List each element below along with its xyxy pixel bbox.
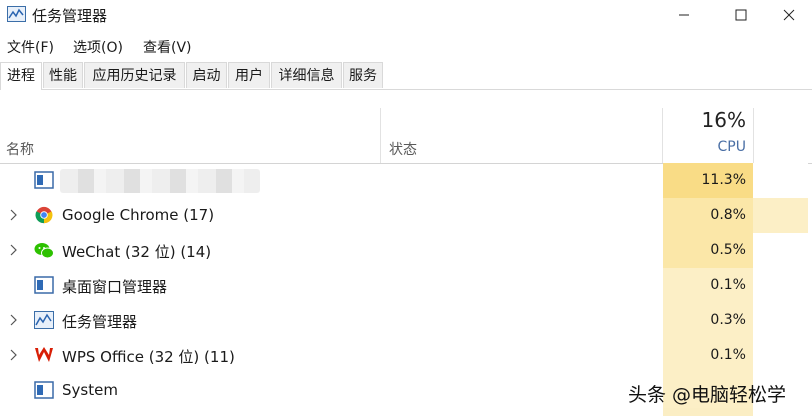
chrome-icon <box>35 206 53 224</box>
close-icon <box>783 9 795 21</box>
process-name: System <box>62 381 118 399</box>
chevron-right-icon[interactable] <box>9 244 19 256</box>
column-name[interactable]: 名称 <box>6 139 34 159</box>
minimize-icon <box>679 14 689 16</box>
process-name: WeChat (32 位) (14) <box>62 243 212 261</box>
menu-file[interactable]: 文件(F) <box>7 37 54 57</box>
watermark: 头条 @电脑轻松学 <box>628 384 787 406</box>
title-bar: 任务管理器 <box>0 0 812 32</box>
tab-bar: 进程 性能 应用历史记录 启动 用户 详细信息 服务 <box>0 62 812 90</box>
row-side <box>753 303 808 338</box>
row-side <box>753 163 808 198</box>
process-cpu: 0.1% <box>710 277 746 293</box>
menu-options[interactable]: 选项(O) <box>73 37 123 57</box>
column-divider[interactable] <box>662 108 663 163</box>
tab-processes[interactable]: 进程 <box>0 62 42 90</box>
chevron-right-icon[interactable] <box>9 349 19 361</box>
task-manager-icon <box>34 311 54 329</box>
window-app-icon <box>34 381 54 399</box>
chevron-right-icon[interactable] <box>9 314 19 326</box>
process-row[interactable]: 11.3% <box>0 163 812 198</box>
process-cpu: 0.1% <box>710 347 746 363</box>
process-cpu: 0.3% <box>710 312 746 328</box>
tab-users[interactable]: 用户 <box>228 62 270 88</box>
row-side <box>753 268 808 303</box>
tab-services[interactable]: 服务 <box>343 62 383 88</box>
window-title: 任务管理器 <box>32 7 108 25</box>
tab-startup[interactable]: 启动 <box>186 62 227 88</box>
task-manager-icon <box>7 6 26 22</box>
tab-details[interactable]: 详细信息 <box>271 62 342 88</box>
column-status[interactable]: 状态 <box>389 139 417 159</box>
process-name: 桌面窗口管理器 <box>62 278 168 296</box>
process-row[interactable]: 任务管理器 0.3% <box>0 303 812 338</box>
process-row[interactable]: 桌面窗口管理器 0.1% <box>0 268 812 303</box>
tab-app-history[interactable]: 应用历史记录 <box>84 62 185 88</box>
window-app-icon <box>34 276 54 294</box>
column-divider[interactable] <box>380 108 381 163</box>
wechat-icon <box>34 243 54 259</box>
maximize-button[interactable] <box>718 0 764 30</box>
row-side <box>753 338 808 373</box>
process-cpu: 0.5% <box>710 242 746 258</box>
tab-performance[interactable]: 性能 <box>43 62 83 88</box>
column-cpu[interactable]: CPU <box>664 139 746 155</box>
maximize-icon <box>735 9 747 21</box>
row-side <box>753 233 808 268</box>
close-button[interactable] <box>766 0 812 30</box>
process-cpu: 11.3% <box>701 172 746 188</box>
cpu-total-percent[interactable]: 16% <box>664 108 746 132</box>
wps-icon <box>35 347 53 362</box>
process-name: WPS Office (32 位) (11) <box>62 348 235 366</box>
window-app-icon <box>34 171 54 189</box>
redacted-name <box>60 169 260 193</box>
column-divider[interactable] <box>753 108 754 163</box>
process-cpu: 0.8% <box>710 207 746 223</box>
row-side <box>753 198 808 233</box>
process-name: 任务管理器 <box>62 313 138 331</box>
process-row[interactable]: Google Chrome (17) 0.8% <box>0 198 812 233</box>
chevron-right-icon[interactable] <box>9 209 19 221</box>
minimize-button[interactable] <box>661 0 707 30</box>
process-row[interactable]: WPS Office (32 位) (11) 0.1% <box>0 338 812 373</box>
process-name: Google Chrome (17) <box>62 206 215 224</box>
process-row[interactable]: WeChat (32 位) (14) 0.5% <box>0 233 812 268</box>
menu-view[interactable]: 查看(V) <box>143 37 192 57</box>
